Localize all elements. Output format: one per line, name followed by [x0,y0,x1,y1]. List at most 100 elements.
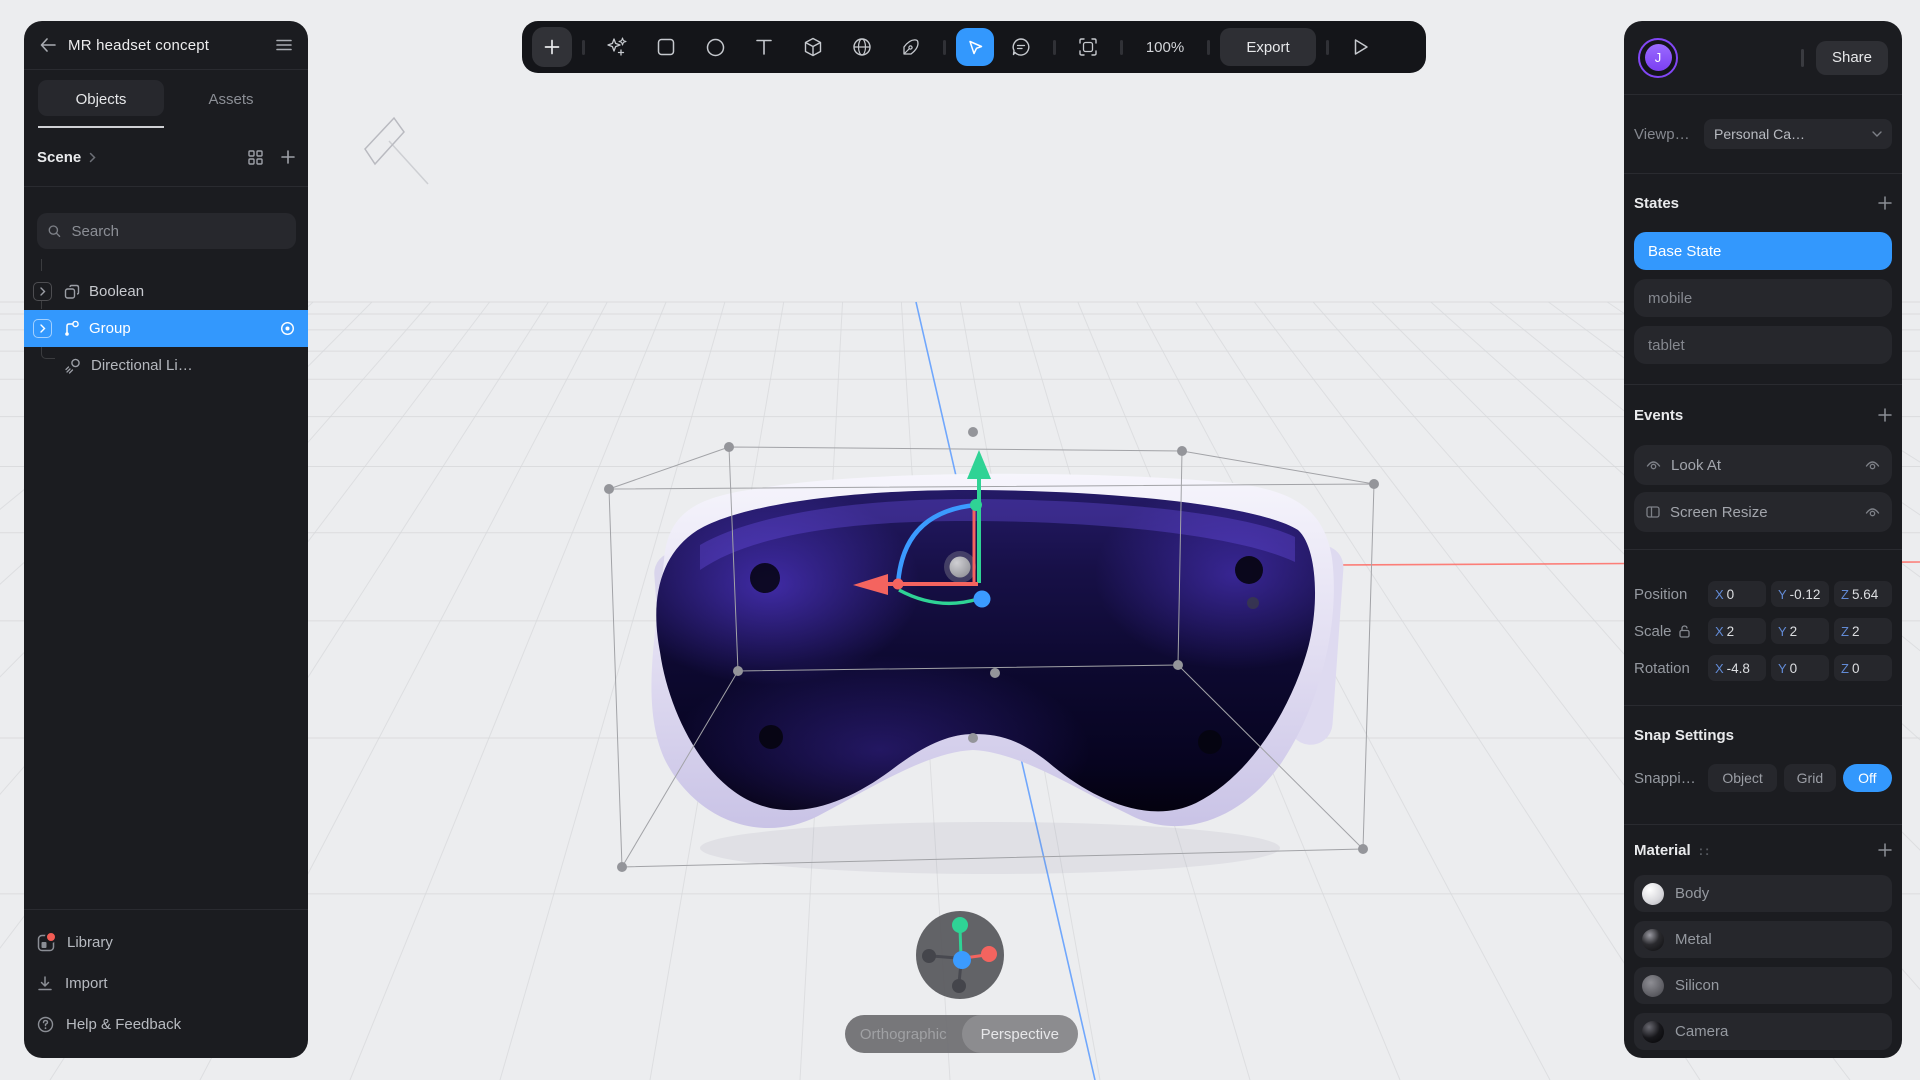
help-icon [37,1016,54,1033]
gizmo-z-dot[interactable] [953,951,971,969]
boolean-icon [62,282,81,301]
rotation-row: Rotation X-4.8 Y0 Z0 [1634,655,1892,681]
text-icon [755,38,773,56]
frame-capture-button[interactable] [1066,27,1110,67]
add-state-icon[interactable] [1878,196,1892,210]
avatar[interactable]: J [1638,38,1678,78]
scale-x-field[interactable]: X2 [1708,618,1766,644]
states-section: States Base State mobile tablet [1624,174,1902,385]
rotation-z-field[interactable]: Z0 [1834,655,1892,681]
library-icon [37,934,55,952]
group-icon [62,319,81,338]
projection-toggle[interactable]: Orthographic Perspective [845,1015,1078,1053]
viewport-row: Viewp… Personal Ca… [1624,95,1902,174]
expand-chevron-icon[interactable] [33,282,52,301]
ai-generate-button[interactable] [595,27,639,67]
comment-icon [1011,37,1031,57]
snap-off-option[interactable]: Off [1843,764,1892,792]
add-event-icon[interactable] [1878,408,1892,422]
sphere-tool-button[interactable] [840,27,884,67]
scale-z-field[interactable]: Z2 [1834,618,1892,644]
ellipse-tool-button[interactable] [693,27,737,67]
screen-resize-icon [1646,506,1660,518]
toolbar-divider [1053,40,1056,55]
zoom-level[interactable]: 100% [1133,39,1197,56]
orientation-gizmo[interactable] [916,911,1004,999]
main-toolbar: 100% Export [522,21,1426,73]
z-axis-handle[interactable] [974,591,991,608]
header-divider [1801,49,1804,67]
state-tablet[interactable]: tablet [1634,326,1892,364]
back-arrow-icon[interactable] [40,38,56,52]
scale-y-field[interactable]: Y2 [1771,618,1829,644]
event-screen-resize[interactable]: Screen Resize [1634,492,1892,532]
select-tool-button[interactable] [956,28,994,66]
tree-item-directional-light[interactable]: Directional Li… [24,347,308,384]
material-metal[interactable]: Metal [1634,921,1892,958]
scene-label[interactable]: Scene [37,149,81,166]
cube-tool-button[interactable] [791,27,835,67]
orthographic-option[interactable]: Orthographic [845,1026,962,1043]
pen-tool-button[interactable] [889,27,933,67]
visibility-toggle-icon[interactable] [1865,460,1880,471]
snap-settings-title: Snap Settings [1634,727,1734,744]
layout-grid-icon[interactable] [248,150,263,165]
directional-light-icon [64,356,83,375]
chevron-down-icon [1872,131,1882,137]
material-silicon[interactable]: Silicon [1634,967,1892,1004]
text-tool-button[interactable] [742,27,786,67]
rotation-y-field[interactable]: Y0 [1771,655,1829,681]
tab-assets[interactable]: Assets [166,70,296,128]
search-box[interactable] [37,213,296,249]
state-mobile[interactable]: mobile [1634,279,1892,317]
add-material-icon[interactable] [1878,843,1892,857]
scene-breadcrumb-row: Scene [24,128,308,187]
material-camera[interactable]: Camera [1634,1013,1892,1050]
states-title: States [1634,195,1679,212]
target-icon[interactable] [280,321,295,336]
tree-item-group[interactable]: Group [24,310,308,347]
position-y-field[interactable]: Y-0.12 [1771,581,1829,607]
tree-connector [41,259,42,271]
rectangle-icon [657,38,675,56]
drag-handle-icon[interactable]: :: [1699,843,1712,858]
camera-lens [750,563,780,593]
gizmo-y-dot[interactable] [952,917,968,933]
sparkle-icon [606,36,628,58]
share-button[interactable]: Share [1816,41,1888,75]
snap-grid-option[interactable]: Grid [1784,764,1835,792]
import-button[interactable]: Import [37,963,295,1004]
material-title: Material [1634,842,1691,859]
help-feedback-button[interactable]: Help & Feedback [37,1004,295,1045]
play-button[interactable] [1339,27,1383,67]
lock-icon[interactable] [1679,625,1690,638]
add-button[interactable] [532,27,572,67]
import-icon [37,976,53,992]
expand-chevron-icon[interactable] [33,319,52,338]
tree-item-boolean[interactable]: Boolean [24,273,308,310]
export-button[interactable]: Export [1220,28,1316,66]
gizmo-x-dot[interactable] [981,946,997,962]
material-body[interactable]: Body [1634,875,1892,912]
rectangle-tool-button[interactable] [644,27,688,67]
viewport-select[interactable]: Personal Ca… [1704,119,1892,149]
perspective-option[interactable]: Perspective [962,1026,1079,1043]
position-z-field[interactable]: Z5.64 [1834,581,1892,607]
cursor-icon [967,39,984,56]
state-base[interactable]: Base State [1634,232,1892,270]
eye-icon [1646,460,1661,471]
notification-dot [45,931,57,943]
snap-object-option[interactable]: Object [1708,764,1777,792]
event-look-at[interactable]: Look At [1634,445,1892,485]
comment-tool-button[interactable] [999,27,1043,67]
menu-icon[interactable] [276,39,292,51]
search-input[interactable] [70,222,286,241]
library-button[interactable]: Library [37,922,295,963]
position-x-field[interactable]: X0 [1708,581,1766,607]
visibility-toggle-icon[interactable] [1865,507,1880,518]
directional-light-gizmo[interactable] [365,118,428,184]
rotation-x-field[interactable]: X-4.8 [1708,655,1766,681]
add-object-icon[interactable] [281,150,295,164]
tab-objects[interactable]: Objects [36,70,166,128]
pivot-handle[interactable] [950,557,971,578]
